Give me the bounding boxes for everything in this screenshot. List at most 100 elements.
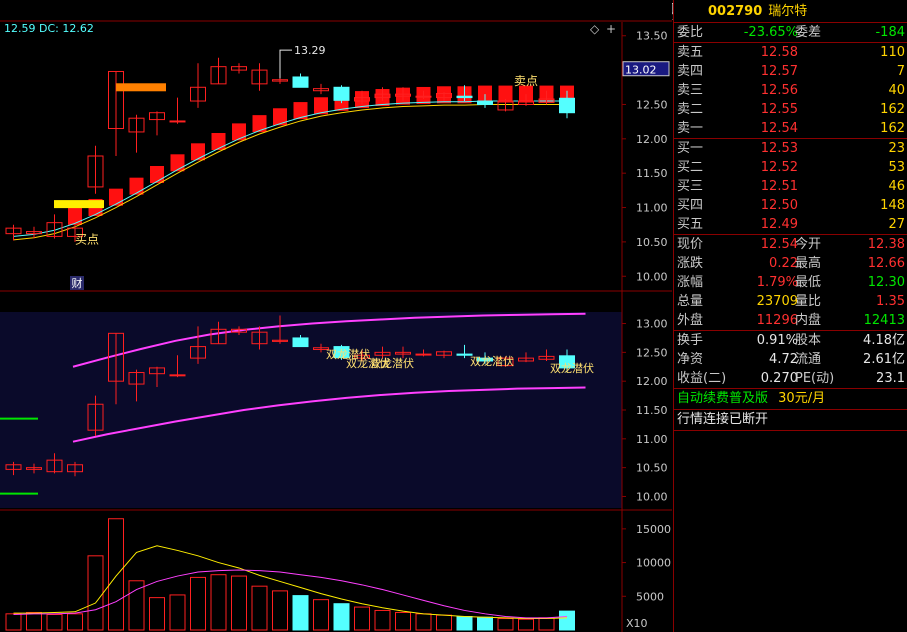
ribbon-box — [129, 177, 144, 195]
stat-value: 12.66 — [867, 256, 905, 271]
ribbon-box — [191, 143, 205, 161]
y-tick-label: 10.00 — [636, 270, 668, 283]
sub-y-tick-label: 11.00 — [636, 433, 668, 446]
sell-marker-bar — [116, 83, 166, 92]
ask-row[interactable]: 卖四 12.57 7 — [674, 62, 907, 81]
bid-row[interactable]: 买二 12.52 53 — [674, 158, 907, 177]
stat-value: 12.54 — [760, 237, 798, 252]
ribbon-box — [232, 123, 246, 141]
main-info-label: 12.59 DC: 12.62 — [4, 22, 94, 35]
ribbon-box — [109, 188, 123, 206]
stat-label: 外盘 — [677, 313, 704, 328]
main-candle-body — [415, 95, 432, 98]
weibi-label: 委比 — [677, 25, 704, 40]
ribbon-box — [68, 207, 82, 225]
sub-y-tick-label: 13.00 — [636, 318, 668, 331]
bid-row[interactable]: 买四 12.50 148 — [674, 196, 907, 215]
main-candle-body — [456, 95, 473, 99]
sub-y-tick-label: 12.50 — [636, 346, 668, 359]
weibi-value: -23.65% — [743, 25, 798, 40]
bid-label: 买三 — [677, 179, 704, 194]
promo-price: 30元/月 — [778, 391, 826, 406]
buy-label: 买点 — [75, 232, 99, 246]
ask-row[interactable]: 卖二 12.55 162 — [674, 100, 907, 119]
stat-label: 涨跌 — [677, 256, 704, 271]
stat2-label: PE(动) — [795, 371, 835, 386]
stat-label: 今开 — [795, 237, 822, 252]
volume-bar — [477, 616, 493, 631]
plus-icon: + — [606, 22, 616, 36]
bid-label: 买五 — [677, 217, 704, 232]
fin-badge: 财 — [72, 276, 83, 290]
ask-volume: 40 — [888, 83, 905, 98]
price-tag-label: 13.02 — [625, 64, 657, 77]
weicha-value: -184 — [875, 25, 905, 40]
ask-volume: 162 — [880, 121, 905, 136]
diamond-icon: ◇ — [590, 22, 600, 36]
stat-row: 总量 23709 量比 1.35 — [674, 292, 907, 311]
chart-area[interactable]: 13.50 13.00 12.50 12.00 11.50 11.00 10.50 10.00… — [0, 0, 672, 632]
stat2-row: 收益(二) 0.270 PE(动) 23.1 — [674, 369, 907, 388]
stat2-label: 净资 — [677, 352, 704, 367]
stat-value: 1.35 — [876, 294, 905, 309]
stat-value: 12413 — [863, 313, 905, 328]
sub-candle-body — [169, 374, 186, 377]
bid-row[interactable]: 买一 12.53 23 — [674, 139, 907, 158]
weicha-label: 委差 — [795, 25, 822, 40]
sub-y-tick-label: 12.00 — [636, 375, 668, 388]
stat2-value: 0.270 — [760, 371, 798, 386]
y-tick-label: 11.00 — [636, 202, 668, 215]
buy-marker-bar — [54, 200, 104, 209]
bid-price: 12.49 — [760, 217, 798, 232]
stat-row: 现价 12.54 今开 12.38 — [674, 235, 907, 254]
bid-volume: 23 — [888, 141, 905, 156]
bid-row[interactable]: 买五 12.49 27 — [674, 215, 907, 234]
stat2-label: 收益(二) — [677, 371, 727, 386]
stat-label: 内盘 — [795, 313, 822, 328]
ask-price: 12.56 — [760, 83, 798, 98]
ask-row[interactable]: 卖三 12.56 40 — [674, 81, 907, 100]
ribbon-box — [211, 133, 226, 151]
bid-price: 12.53 — [760, 141, 798, 156]
ribbon-box — [252, 115, 267, 133]
sub-y-tick-label: 10.50 — [636, 462, 668, 475]
y-tick-label: 13.50 — [636, 30, 668, 43]
signal-label: 双龙潜伏 — [550, 361, 594, 375]
sub-y-tick-label: 10.00 — [636, 490, 668, 503]
sell-label: 卖点 — [514, 74, 538, 88]
stat-value: 12.38 — [867, 237, 905, 252]
ask-row[interactable]: 卖一 12.54 162 — [674, 119, 907, 138]
stat-row: 外盘 11296 内盘 12413 — [674, 311, 907, 330]
ask-label: 卖一 — [677, 121, 704, 136]
stat2-label: 换手 — [677, 333, 704, 348]
stat-row: 涨幅 1.79% 最低 12.30 — [674, 273, 907, 292]
bid-volume: 53 — [888, 160, 905, 175]
y-tick-label: 10.50 — [636, 236, 668, 249]
sub-candle-body — [415, 353, 432, 356]
volume-bar — [559, 610, 575, 631]
main-candle-body — [559, 97, 575, 114]
stat2-label: 股本 — [795, 333, 822, 348]
bid-volume: 148 — [880, 198, 905, 213]
signal-label: 双龙潜伏 — [470, 354, 514, 368]
ask-volume: 7 — [896, 64, 905, 79]
bid-label: 买四 — [677, 198, 704, 213]
stat2-value: 23.1 — [876, 371, 905, 386]
promo-row[interactable]: 自动续费普及版 30元/月 — [674, 389, 907, 410]
volume-bar — [292, 595, 309, 631]
ask-volume: 110 — [880, 45, 905, 60]
bid-row[interactable]: 买三 12.51 46 — [674, 177, 907, 196]
bid-book: 买一 12.53 23 买二 12.52 53 买三 12.51 46 买四 12.50 148 买五 1… — [674, 139, 907, 235]
volume-bar — [333, 603, 350, 631]
stat2-label: 流通 — [795, 352, 822, 367]
stat-label: 最高 — [795, 256, 822, 271]
stat2-value: 4.18亿 — [863, 333, 905, 348]
vol-y-tick-label: 10000 — [636, 557, 671, 570]
y-tick-label: 12.00 — [636, 133, 668, 146]
high-label: 13.29 — [294, 44, 326, 57]
bid-price: 12.52 — [760, 160, 798, 175]
main-candle-body — [292, 76, 309, 88]
stat-label: 最低 — [795, 275, 822, 290]
ask-row[interactable]: 卖五 12.58 110 — [674, 43, 907, 62]
bid-label: 买二 — [677, 160, 704, 175]
